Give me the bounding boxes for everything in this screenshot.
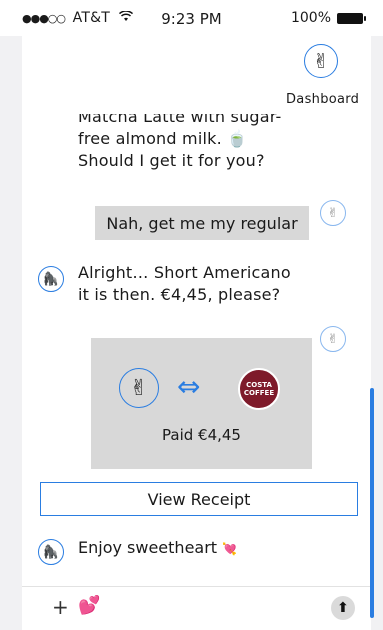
transfer-arrow-icon: ⇔ (177, 370, 201, 403)
bot-message-2-line-1: Alright… Short Americano (78, 263, 291, 282)
status-bar: ●●●○○ AT&T 9:23 PM 100% (0, 0, 383, 36)
costa-coffee-logo: COSTA COFFEE (238, 368, 280, 410)
user-avatar-peace-hand-icon: ✌ (320, 200, 346, 226)
view-receipt-button[interactable]: View Receipt (40, 482, 358, 516)
peace-hand-icon[interactable]: ✌ (304, 44, 338, 78)
phone-screen: ●●●○○ AT&T 9:23 PM 100% ✌ Dashboard Matc… (0, 0, 383, 630)
bot-message-1-line-2: free almond milk. 🍵 (78, 129, 248, 148)
bot-message-1: Matcha Latte with sugar- free almond mil… (78, 114, 318, 172)
payment-card[interactable]: ✌ ⇔ COSTA COFFEE Paid €4,45 (91, 338, 312, 469)
hearts-icon[interactable]: 💕 (78, 595, 100, 616)
scroll-indicator[interactable] (370, 388, 374, 618)
peace-hand-icon: ✌ (119, 368, 159, 408)
send-arrow-icon[interactable]: ⬆ (331, 596, 355, 620)
bot-message-2-line-2: it is then. €4,45, please? (78, 285, 281, 304)
bot-message-3-text: Enjoy sweetheart (78, 538, 218, 557)
dashboard-link[interactable]: Dashboard (286, 92, 359, 107)
bot-message-1-line-3: Should I get it for you? (78, 151, 265, 170)
bot-message-1-line-1: Matcha Latte with sugar- (78, 114, 282, 126)
bot-avatar-gorilla-icon: 🦍 (38, 539, 64, 565)
bot-message-2: Alright… Short Americano it is then. €4,… (78, 262, 328, 306)
battery-percent: 100% (290, 10, 331, 26)
bot-avatar-gorilla-icon: 🦍 (38, 266, 64, 292)
battery-icon (337, 13, 366, 24)
left-gutter (0, 0, 22, 630)
chat-header: ✌ Dashboard (22, 36, 371, 114)
chat-thread[interactable]: Matcha Latte with sugar- free almond mil… (22, 114, 371, 586)
bot-message-3: Enjoy sweetheart 💘 (78, 538, 237, 557)
user-avatar-peace-hand-icon: ✌ (320, 326, 346, 352)
user-message-1: Nah, get me my regular (95, 206, 309, 240)
heart-arrow-icon: 💘 (222, 542, 238, 556)
payment-status: Paid €4,45 (162, 426, 241, 444)
add-attachment-button[interactable]: + (52, 595, 69, 619)
compose-bar: + 💕 ⬆ (22, 586, 371, 630)
